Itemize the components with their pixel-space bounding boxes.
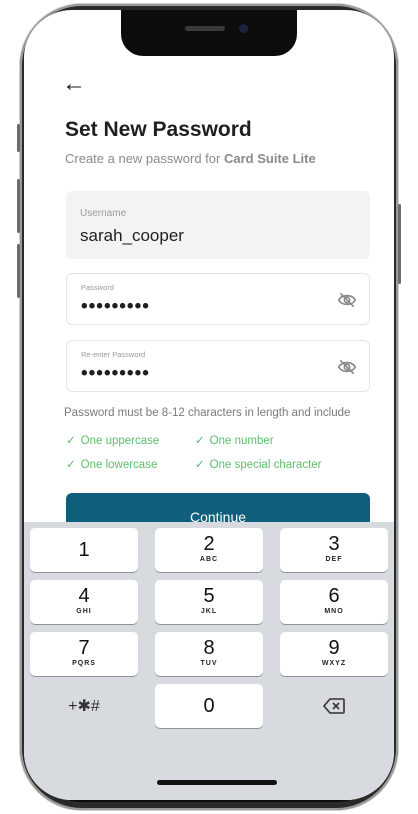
key-6[interactable]: 6 MNO (280, 580, 388, 624)
checkmark-icon: ✓ (195, 435, 205, 447)
username-value: sarah_cooper (80, 226, 184, 245)
key-3[interactable]: 3 DEF (280, 528, 388, 572)
volume-up-button (17, 179, 20, 233)
key-symbols[interactable]: +✱# (30, 684, 138, 728)
app-name: Card Suite Lite (223, 151, 316, 166)
confirm-password-field[interactable]: Re-enter Password ••••••••• (66, 340, 370, 392)
checkmark-icon: ✓ (195, 459, 205, 471)
speaker (185, 26, 225, 31)
key-0[interactable]: 0 (155, 684, 263, 728)
arrow-left-icon[interactable]: ← (62, 72, 86, 96)
password-label: Password (81, 283, 114, 292)
check-uppercase: ✓ One uppercase (66, 435, 160, 447)
subtitle: Create a new password for Card Suite Lit… (65, 151, 316, 166)
key-9[interactable]: 9 WXYZ (280, 632, 388, 676)
key-1[interactable]: 1 (30, 528, 138, 572)
checkmark-icon: ✓ (66, 459, 76, 471)
checkmark-icon: ✓ (66, 435, 76, 447)
volume-down-button (17, 244, 20, 298)
eye-off-icon[interactable] (337, 357, 357, 377)
mute-switch (17, 124, 20, 152)
camera (239, 24, 248, 33)
username-label: Username (80, 208, 127, 219)
key-delete[interactable] (280, 684, 388, 728)
password-rule-text: Password must be 8-12 characters in leng… (64, 407, 351, 419)
key-5[interactable]: 5 JKL (155, 580, 263, 624)
password-value: ••••••••• (81, 296, 150, 317)
confirm-password-label: Re-enter Password (81, 350, 146, 359)
home-indicator[interactable] (157, 780, 277, 785)
screen: ← Set New Password Create a new password… (24, 10, 394, 800)
check-lowercase: ✓ One lowercase (66, 459, 158, 471)
check-number: ✓ One number (195, 435, 274, 447)
password-field[interactable]: Password ••••••••• (66, 273, 370, 325)
key-2[interactable]: 2 ABC (155, 528, 263, 572)
subtitle-text: Create a new password for (65, 151, 221, 166)
power-button (398, 204, 401, 284)
username-field[interactable]: Username sarah_cooper (66, 191, 370, 259)
backspace-icon (322, 698, 345, 714)
numeric-keypad: 1 2 ABC 3 DEF 4 GHI 5 JKL 6 MNO 7 PQRS 8… (24, 522, 394, 800)
check-special: ✓ One special character (195, 459, 322, 471)
key-8[interactable]: 8 TUV (155, 632, 263, 676)
key-7[interactable]: 7 PQRS (30, 632, 138, 676)
key-4[interactable]: 4 GHI (30, 580, 138, 624)
page-title: Set New Password (65, 118, 252, 141)
notch (121, 10, 297, 56)
eye-off-icon[interactable] (337, 290, 357, 310)
confirm-password-value: ••••••••• (81, 363, 150, 384)
